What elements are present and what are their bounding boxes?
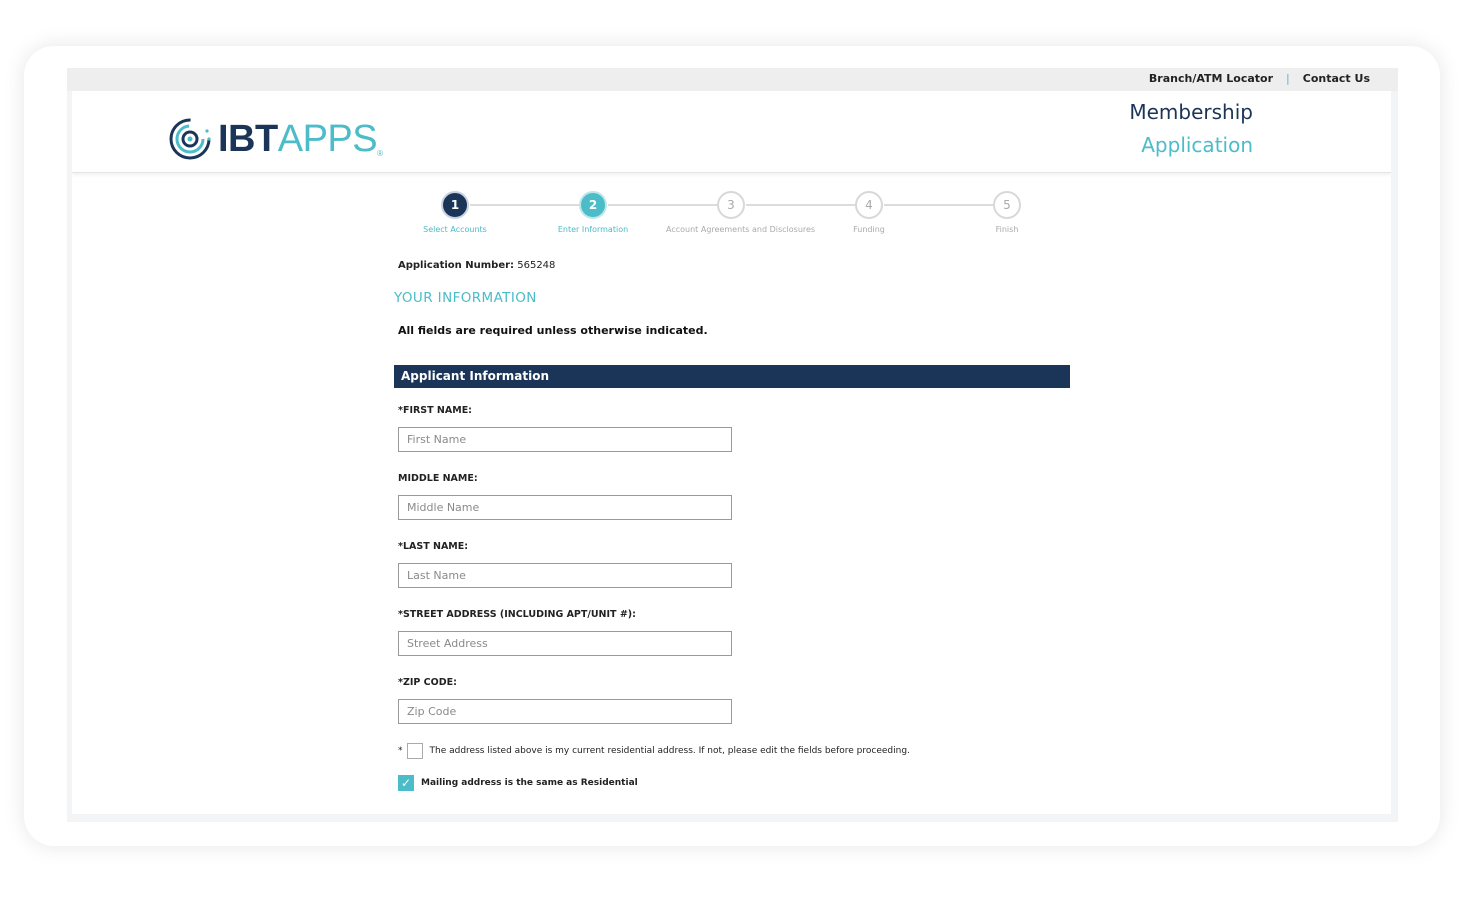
logo-light-text: APPS	[277, 118, 378, 160]
street-address-input[interactable]	[398, 631, 732, 656]
checkmark-icon: ✓	[400, 776, 412, 790]
first-name-input[interactable]	[398, 427, 732, 452]
step-3: 3 Account Agreements and Disclosures	[666, 191, 816, 234]
step-5-label: Finish	[995, 225, 1019, 234]
middle-name-label: MIDDLE NAME:	[398, 473, 478, 484]
section-title: YOUR INFORMATION	[394, 290, 537, 306]
step-2-circle: 2	[579, 191, 607, 219]
street-address-label: *STREET ADDRESS (INCLUDING APT/UNIT #):	[398, 609, 636, 620]
last-name-label: *LAST NAME:	[398, 541, 469, 552]
step-4-label: Funding	[853, 225, 885, 234]
progress-stepper: 1 Select Accounts 2 Enter Information 3 …	[398, 191, 1028, 241]
zip-code-label: *ZIP CODE:	[398, 677, 457, 688]
first-name-label: *FIRST NAME:	[398, 405, 472, 416]
step-2-label: Enter Information	[557, 225, 629, 234]
mailing-same-row: ✓ Mailing address is the same as Residen…	[398, 775, 638, 791]
step-3-circle: 3	[717, 191, 745, 219]
logo-registered-mark: ®	[377, 149, 383, 158]
step-5-circle: 5	[993, 191, 1021, 219]
applicant-information-header: Applicant Information	[394, 365, 1070, 388]
step-1-label: Select Accounts	[423, 225, 487, 234]
last-name-input[interactable]	[398, 563, 732, 588]
header-title-membership: Membership	[1129, 100, 1253, 124]
step-1[interactable]: 1 Select Accounts	[390, 191, 520, 234]
header-title-application: Application	[1141, 133, 1253, 157]
required-fields-note: All fields are required unless otherwise…	[398, 324, 708, 337]
middle-name-input[interactable]	[398, 495, 732, 520]
step-2[interactable]: 2 Enter Information	[528, 191, 658, 234]
application-number-value: 565248	[517, 260, 556, 271]
mailing-same-checkbox[interactable]: ✓	[398, 775, 414, 791]
top-utility-bar: Branch/ATM Locator | Contact Us	[67, 68, 1398, 91]
site-header: IBTAPPS® Membership Application	[72, 91, 1391, 173]
step-4-circle: 4	[855, 191, 883, 219]
step-4: 4 Funding	[804, 191, 934, 234]
branch-atm-locator-link[interactable]: Branch/ATM Locator	[1149, 72, 1273, 85]
required-asterisk: *	[398, 746, 403, 756]
residential-confirm-checkbox[interactable]	[406, 743, 423, 759]
residential-confirm-text: The address listed above is my current r…	[429, 746, 910, 756]
residential-confirm-row: * The address listed above is my current…	[398, 743, 910, 759]
target-logo-icon	[169, 118, 211, 160]
application-number-label: Application Number:	[398, 260, 515, 271]
top-links: Branch/ATM Locator | Contact Us	[1149, 72, 1370, 85]
contact-us-link[interactable]: Contact Us	[1303, 72, 1370, 85]
application-page: IBTAPPS® Membership Application 1 Select…	[72, 91, 1391, 814]
step-1-circle: 1	[441, 191, 469, 219]
zip-code-input[interactable]	[398, 699, 732, 724]
ibtapps-logo[interactable]: IBTAPPS®	[168, 117, 383, 161]
step-5: 5 Finish	[942, 191, 1072, 234]
logo-bold-text: IBT	[218, 118, 278, 160]
mailing-same-text: Mailing address is the same as Residenti…	[421, 778, 638, 788]
application-number: Application Number: 565248	[398, 260, 555, 271]
logo-wordmark: IBTAPPS®	[218, 120, 383, 158]
top-links-separator: |	[1286, 72, 1290, 85]
step-3-label: Account Agreements and Disclosures	[666, 225, 816, 234]
